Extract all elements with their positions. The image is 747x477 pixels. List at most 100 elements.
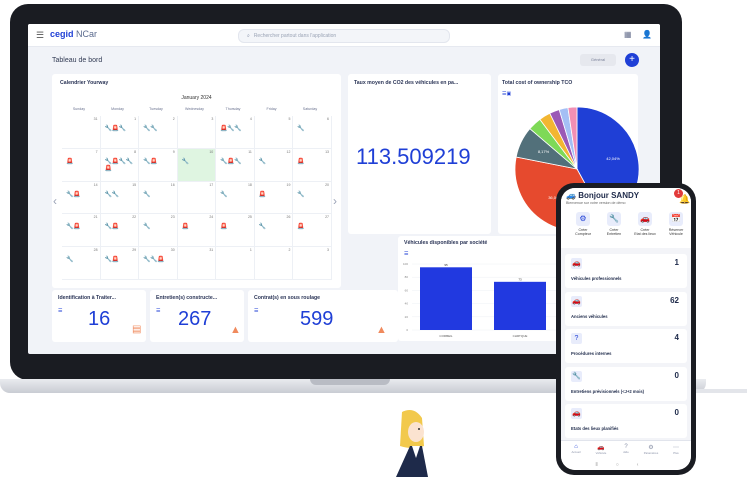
calendar-day-cell[interactable]: 2: [254, 247, 294, 280]
calendar-day-cell[interactable]: 14 🔧🚨: [62, 181, 101, 215]
prev-month-icon[interactable]: ‹: [53, 194, 57, 208]
calendar-day-cell[interactable]: 3: [177, 116, 217, 149]
bar[interactable]: [420, 267, 472, 330]
calendar-day-cell[interactable]: 1: [216, 247, 255, 280]
grid-icon[interactable]: ▦: [624, 30, 632, 39]
calendar-events[interactable]: 🔧🔧: [105, 191, 119, 198]
calendar-events[interactable]: 🔧: [143, 223, 150, 230]
calendar-events[interactable]: 🔧🔧: [143, 125, 157, 132]
calendar-events[interactable]: 🔧: [259, 158, 266, 165]
stat-card[interactable]: ? 4 Procédures internes: [565, 329, 687, 363]
calendar-events[interactable]: 🔧: [182, 158, 189, 165]
calendar-day-cell[interactable]: 29 🔧🚨: [100, 247, 140, 280]
calendar-events[interactable]: 🔧🚨: [105, 256, 119, 263]
calendar-day-cell[interactable]: 9 🔧🚨: [139, 148, 178, 182]
calendar-events[interactable]: 🔧🚨🔧: [105, 125, 126, 132]
stat-card[interactable]: 🚗 1 Véhicules professionnels: [565, 254, 687, 288]
calendar-day-cell[interactable]: 13 🚨: [293, 148, 332, 182]
action-label: Entretien: [606, 232, 622, 236]
calendar-day-cell[interactable]: 7 🚨: [62, 148, 101, 182]
calendar-events[interactable]: 🚨: [220, 223, 227, 230]
calendar-events[interactable]: 🔧🚨🔧🔧🚨: [105, 158, 139, 172]
calendar-day-cell[interactable]: 25 🚨: [216, 214, 255, 248]
calendar-events[interactable]: 🔧: [259, 223, 266, 230]
calendar-day-name: Wednesday: [185, 107, 204, 111]
calendar-day-cell[interactable]: 19 🚨: [254, 181, 294, 215]
calendar-events[interactable]: 🔧🚨: [66, 191, 80, 198]
calendar-day-cell[interactable]: 26 🔧: [254, 214, 294, 248]
app-logo[interactable]: cegid NCar: [50, 29, 97, 39]
calendar-day-cell[interactable]: 4 🚨🔧🔧: [216, 116, 255, 149]
add-button[interactable]: +: [625, 53, 639, 67]
calendar-day-cell[interactable]: 6 🔧: [293, 116, 332, 149]
list-icon: ☰: [254, 308, 259, 314]
filter-select[interactable]: Général: [580, 54, 616, 66]
kpi-card-entretiens[interactable]: Entretien(s) constructe... ☰ 267 ▲: [150, 290, 244, 342]
calendar-day-cell[interactable]: 21 🔧🚨: [62, 214, 101, 248]
calendar-day-cell[interactable]: 17: [177, 181, 217, 215]
calendar-events[interactable]: 🚨: [182, 223, 189, 230]
nav-item-plus[interactable]: ⋯ Plus: [665, 444, 687, 455]
calendar-events[interactable]: 🚨: [297, 158, 304, 165]
calendar-day-cell[interactable]: 2 🔧🔧: [139, 116, 178, 149]
calendar-day-cell[interactable]: 22 🔧🚨: [100, 214, 140, 248]
calendar-events[interactable]: 🔧🔧🚨: [143, 256, 164, 263]
calendar-events[interactable]: 🚨: [66, 158, 73, 165]
calendar-day-cell[interactable]: 30 🔧🔧🚨: [139, 247, 178, 280]
calendar-events[interactable]: 🚨: [297, 223, 304, 230]
search-input[interactable]: ⌕ Rechercher partout dans l'application: [238, 29, 450, 43]
wrench-action[interactable]: 🔧 Créer Entretien: [600, 212, 628, 246]
calendar-day-cell[interactable]: 31: [62, 116, 101, 149]
kpi-card-identification[interactable]: Identification à Traiter... ☰ 16 ▤: [52, 290, 146, 342]
calendar-day-cell[interactable]: 23 🔧: [139, 214, 178, 248]
calendar-day-cell[interactable]: 3: [293, 247, 332, 280]
calendar-events[interactable]: 🔧: [297, 125, 304, 132]
stat-card[interactable]: 🚗 62 Anciens véhicules: [565, 291, 687, 326]
calendar-action[interactable]: 📅 Réserver Véhicule: [662, 212, 690, 246]
speedometer-action[interactable]: ⚙ Créer Compteur: [569, 212, 597, 246]
calendar-events[interactable]: 🔧: [220, 191, 227, 198]
calendar-day-cell[interactable]: 18 🔧: [216, 181, 255, 215]
stat-label: Entretiens prévisionnels (<J+2 mois): [571, 388, 645, 394]
calendar-events[interactable]: 🚨🔧🔧: [220, 125, 241, 132]
bell-icon[interactable]: 🔔: [679, 194, 690, 205]
pie-slice-label: 42,04%: [606, 156, 620, 161]
calendar-day-cell[interactable]: 24 🚨: [177, 214, 217, 248]
nav-item-aide[interactable]: ? Aide: [615, 444, 637, 454]
stat-card[interactable]: 🔧 0 Entretiens prévisionnels (<J+2 mois): [565, 366, 687, 401]
calendar-events[interactable]: 🔧🚨: [143, 158, 157, 165]
next-month-icon[interactable]: ›: [333, 194, 337, 208]
calendar-day-cell[interactable]: 12 🔧: [254, 148, 294, 182]
nav-item-accueil[interactable]: ⌂ Accueil: [565, 444, 587, 454]
calendar-day-cell[interactable]: 31: [177, 247, 217, 280]
calendar-day-cell[interactable]: 5: [254, 116, 294, 149]
calendar-day-cell[interactable]: 28 🔧: [62, 247, 101, 280]
car-action[interactable]: 🚗 Créer Etat des lieux: [631, 212, 659, 246]
calendar-icon: 📅: [669, 212, 683, 226]
calendar-events[interactable]: 🔧: [297, 191, 304, 198]
kpi-card-contrats[interactable]: Contrat(s) en sous roulage ☰ 599 ▲: [248, 290, 398, 342]
calendar-events[interactable]: 🔧🚨: [105, 223, 119, 230]
calendar-events[interactable]: 🚨: [259, 191, 266, 198]
calendar-day-cell[interactable]: 8 🔧🚨🔧🔧🚨: [100, 148, 140, 182]
nav-item-paramètres[interactable]: ⚙ Paramètres: [640, 444, 662, 455]
calendar-events[interactable]: 🔧: [66, 256, 73, 263]
calendar-day-cell[interactable]: 16 🔧: [139, 181, 178, 215]
stat-card[interactable]: 🚗 0 Etats des lieux planifiés: [565, 404, 687, 438]
bar[interactable]: [494, 281, 546, 330]
wrench-icon: 🔧: [571, 370, 582, 382]
calendar-events[interactable]: 🔧: [143, 191, 150, 198]
list-icon[interactable]: ☰▣: [502, 91, 511, 97]
calendar-day-cell[interactable]: 10 🔧: [177, 148, 217, 182]
menu-icon[interactable]: ☰: [36, 30, 44, 41]
nav-item-véhicule[interactable]: 🚗 Véhicule: [590, 444, 612, 455]
calendar-day-cell[interactable]: 20 🔧: [293, 181, 332, 215]
calendar-events[interactable]: 🔧🚨: [66, 223, 80, 230]
calendar-day-cell[interactable]: 27 🚨: [293, 214, 332, 248]
calendar-day-cell[interactable]: 15 🔧🔧: [100, 181, 140, 215]
calendar-day-cell[interactable]: 11 🔧🚨🔧: [216, 148, 255, 182]
bar-data-label: 95: [444, 263, 448, 267]
user-icon[interactable]: 👤: [642, 30, 652, 39]
calendar-day-cell[interactable]: 1 🔧🚨🔧: [100, 116, 140, 149]
calendar-events[interactable]: 🔧🚨🔧: [220, 158, 241, 165]
